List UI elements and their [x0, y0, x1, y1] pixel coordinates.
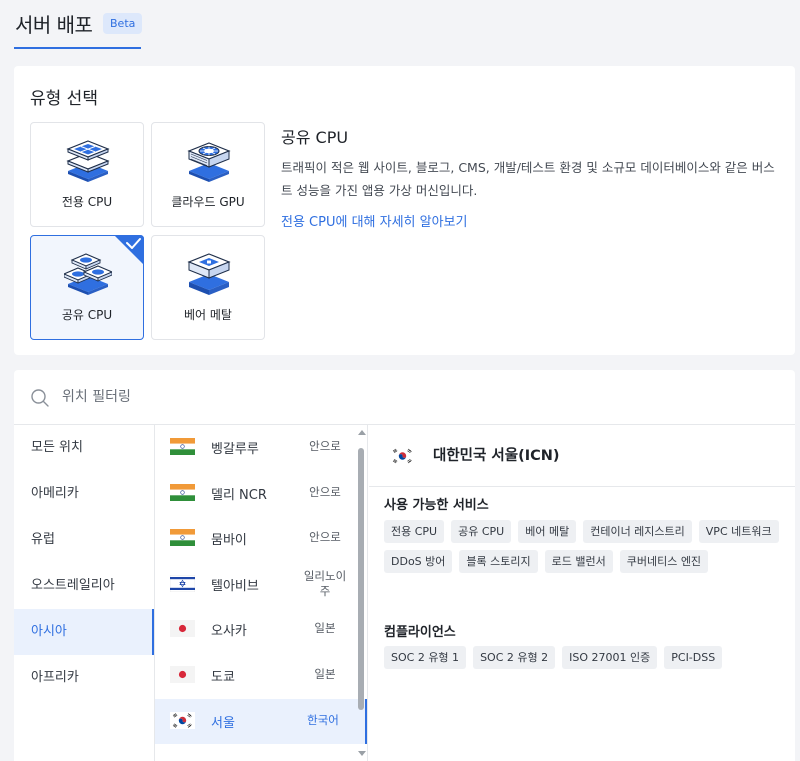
region-item-asia[interactable]: 아시아 — [14, 609, 154, 655]
service-chip: 공유 CPU — [451, 520, 512, 543]
city-item-tokyo[interactable]: 도쿄 일본 — [155, 653, 367, 699]
korea-flag-icon — [170, 711, 195, 729]
city-name: 도쿄 — [211, 669, 235, 685]
compliance-chip: ISO 27001 인증 — [562, 646, 658, 669]
city-name: 텔아비브 — [211, 578, 259, 594]
service-chip: VPC 네트워크 — [698, 520, 779, 543]
type-tile-dedicated-cpu[interactable]: 전용 CPU — [30, 122, 144, 227]
region-item-australia[interactable]: 오스트레일리아 — [14, 563, 154, 609]
shared-cpu-icon — [64, 253, 112, 295]
service-chip: 전용 CPU — [384, 520, 445, 543]
city-name: 벵갈루루 — [211, 442, 259, 457]
city-country: 안으로 — [309, 439, 341, 453]
compliance-chip: SOC 2 유형 1 — [384, 646, 467, 669]
israel-flag-icon — [170, 574, 195, 592]
compliance-chip-group: SOC 2 유형 1 SOC 2 유형 2 ISO 27001 인증 PCI-D… — [384, 646, 784, 669]
type-detail-title: 공유 CPU — [281, 128, 349, 147]
location-filter-input[interactable] — [62, 384, 462, 410]
compliance-chip: PCI-DSS — [664, 646, 723, 669]
selected-location-title: 대한민국 서울(ICN) — [433, 448, 560, 464]
region-item-americas[interactable]: 아메리카 — [14, 471, 154, 517]
city-country: 안으로 — [309, 484, 341, 499]
india-flag-icon — [170, 438, 195, 455]
tile-label: 클라우드 GPU — [171, 195, 245, 209]
tile-label: 공유 CPU — [61, 308, 113, 322]
region-list: 모든 위치 아메리카 유럽 오스트레일리아 아시아 아프리카 — [14, 425, 155, 761]
city-country: 일본 — [314, 666, 336, 681]
city-item-delhi[interactable]: 델리 NCR 안으로 — [155, 471, 367, 517]
compliance-chip: SOC 2 유형 2 — [473, 646, 556, 669]
city-name: 델리 NCR — [211, 487, 267, 503]
bare-metal-icon — [187, 253, 231, 295]
service-chip: 베어 메탈 — [518, 520, 577, 543]
location-search-bar — [14, 370, 795, 425]
region-item-all[interactable]: 모든 위치 — [14, 425, 154, 471]
divider — [369, 486, 795, 487]
tile-label: 베어 메탈 — [184, 308, 232, 322]
location-info-panel: 대한민국 서울(ICN) 사용 가능한 서비스 전용 CPU 공유 CPU 베어… — [369, 425, 795, 761]
cloud-gpu-icon — [187, 142, 231, 182]
compliance-heading: 컴플라이언스 — [384, 625, 456, 640]
service-chip: 블록 스토리지 — [459, 550, 538, 573]
services-chip-group: 전용 CPU 공유 CPU 베어 메탈 컨테이너 레지스트리 VPC 네트워크 … — [384, 520, 784, 573]
city-country: 일리노이 주 — [303, 568, 347, 598]
service-chip: DDoS 방어 — [384, 550, 453, 573]
service-chip: 쿠버네티스 엔진 — [619, 550, 709, 573]
tile-label: 전용 CPU — [61, 195, 113, 209]
type-selection-card: 유형 선택 전용 CPU 클라우드 GPU 공유 CPU 베어 메탈 공유 CP… — [14, 66, 795, 355]
title-underline — [14, 47, 141, 49]
type-detail-description: 트래픽이 적은 웹 사이트, 블로그, CMS, 개발/테스트 환경 및 소규모… — [281, 160, 775, 198]
scroll-down-arrow-icon[interactable] — [358, 751, 366, 756]
city-item-tel-aviv[interactable]: 텔아비브 일리노이 주 — [155, 562, 367, 608]
learn-more-link[interactable]: 전용 CPU에 대해 자세히 알아보기 — [281, 211, 467, 230]
city-item-mumbai[interactable]: 뭄바이 안으로 — [155, 516, 367, 562]
type-tile-cloud-gpu[interactable]: 클라우드 GPU — [151, 122, 265, 227]
region-item-europe[interactable]: 유럽 — [14, 517, 154, 563]
city-list-scrollbar[interactable] — [356, 428, 366, 758]
location-card: 모든 위치 아메리카 유럽 오스트레일리아 아시아 아프리카 벵갈루루 안으로 … — [14, 370, 795, 761]
india-flag-icon — [170, 483, 195, 501]
type-tile-bare-metal[interactable]: 베어 메탈 — [151, 235, 265, 340]
city-list: 벵갈루루 안으로 델리 NCR 안으로 뭄바이 안으로 텔아비브 일리노이 주 — [155, 425, 368, 761]
city-name: 서울 — [211, 715, 235, 731]
scroll-up-arrow-icon[interactable] — [358, 430, 366, 435]
services-heading: 사용 가능한 서비스 — [384, 498, 489, 513]
page-title: 서버 배포 — [15, 13, 93, 37]
selected-check-icon — [114, 235, 144, 265]
scroll-thumb[interactable] — [358, 448, 364, 710]
japan-flag-icon — [170, 620, 195, 638]
city-name: 뭄바이 — [211, 533, 247, 549]
search-icon — [31, 389, 49, 407]
dedicated-cpu-icon — [66, 140, 110, 182]
type-selection-heading: 유형 선택 — [30, 89, 98, 109]
city-name: 오사카 — [211, 624, 247, 640]
service-chip: 컨테이너 레지스트리 — [583, 520, 692, 543]
region-item-africa[interactable]: 아프리카 — [14, 655, 154, 701]
type-tile-shared-cpu[interactable]: 공유 CPU — [30, 235, 144, 340]
city-country: 한국어 — [307, 712, 339, 727]
city-item-bengaluru[interactable]: 벵갈루루 안으로 — [155, 425, 367, 471]
beta-badge: Beta — [103, 13, 143, 34]
city-country: 일본 — [314, 621, 336, 636]
city-item-seoul[interactable]: 서울 한국어 — [155, 698, 367, 745]
india-flag-icon — [170, 529, 195, 547]
service-chip: 로드 밸런서 — [544, 550, 613, 573]
city-country: 안으로 — [309, 530, 341, 545]
korea-flag-icon — [390, 447, 415, 465]
japan-flag-icon — [170, 665, 195, 683]
page-header: 서버 배포 Beta — [0, 0, 800, 66]
city-item-osaka[interactable]: 오사카 일본 — [155, 607, 367, 653]
